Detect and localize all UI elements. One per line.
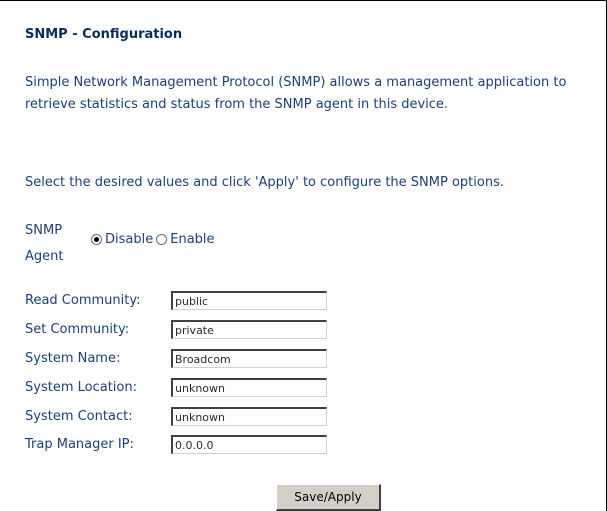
frame-top-border bbox=[0, 0, 607, 1]
trap-manager-ip-row: Trap Manager IP: bbox=[25, 432, 327, 457]
system-contact-row: System Contact: bbox=[25, 404, 327, 429]
trap-manager-ip-input[interactable] bbox=[171, 435, 327, 454]
snmp-agent-disable-radio[interactable] bbox=[91, 234, 102, 245]
trap-manager-ip-label: Trap Manager IP: bbox=[25, 437, 134, 452]
snmp-agent-label: SNMP Agent bbox=[25, 223, 64, 264]
set-community-row: Set Community: bbox=[25, 317, 327, 342]
system-name-row: System Name: bbox=[25, 346, 327, 371]
read-community-input[interactable] bbox=[171, 291, 327, 310]
snmp-agent-radio-group: Disable Enable bbox=[91, 232, 218, 247]
system-contact-input[interactable] bbox=[171, 407, 327, 426]
read-community-label: Read Community: bbox=[25, 293, 141, 308]
snmp-agent-disable-label: Disable bbox=[105, 232, 154, 247]
system-location-input[interactable] bbox=[171, 378, 327, 397]
snmp-agent-enable-label: Enable bbox=[170, 232, 215, 247]
set-community-label: Set Community: bbox=[25, 322, 130, 337]
system-contact-label: System Contact: bbox=[25, 409, 133, 424]
system-name-input[interactable] bbox=[171, 349, 327, 368]
set-community-input[interactable] bbox=[171, 320, 327, 339]
save-apply-button[interactable]: Save/Apply bbox=[276, 484, 381, 511]
system-location-label: System Location: bbox=[25, 380, 137, 395]
page-title: SNMP - Configuration bbox=[25, 27, 183, 42]
snmp-agent-enable-radio[interactable] bbox=[156, 234, 168, 245]
read-community-row: Read Community: bbox=[25, 288, 327, 313]
page-instruction: Select the desired values and click 'App… bbox=[25, 175, 504, 190]
system-name-label: System Name: bbox=[25, 351, 121, 366]
system-location-row: System Location: bbox=[25, 375, 327, 400]
page-description: Simple Network Management Protocol (SNMP… bbox=[25, 75, 567, 112]
